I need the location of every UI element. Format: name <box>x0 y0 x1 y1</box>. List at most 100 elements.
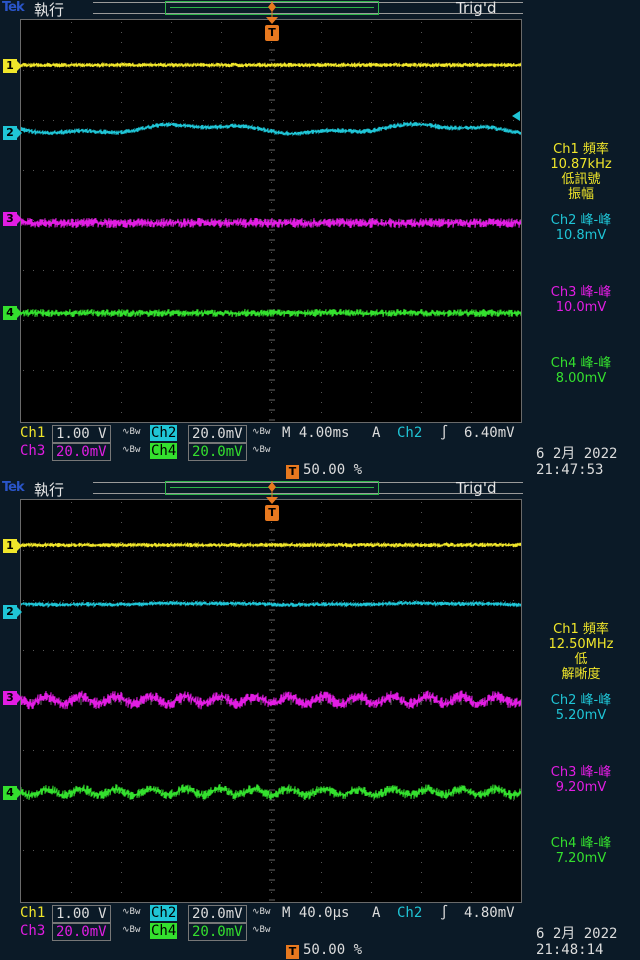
ch3-bw-icon: ∿Bw <box>122 925 141 935</box>
ch4-scale[interactable]: 20.0mV <box>188 443 247 461</box>
ch4-scale[interactable]: 20.0mV <box>188 923 247 941</box>
measurement-ch3: Ch3 峰-峰 9.20mV <box>522 765 640 795</box>
ch4-measure-label: Ch4 峰-峰 <box>550 356 612 371</box>
trigger-position-readout[interactable]: T 50.00 % <box>286 942 362 959</box>
ch2-measure-label: Ch2 峰-峰 <box>550 213 612 228</box>
ch2-scale[interactable]: 20.0mV <box>188 425 247 443</box>
ch4-measure-value: 8.00mV <box>555 371 607 386</box>
channel-status-row-2: Ch3 20.0mV ∿Bw Ch4 20.0mV ∿Bw <box>20 923 524 941</box>
trigger-level[interactable]: 6.40mV <box>464 425 515 441</box>
ch4-label[interactable]: Ch4 <box>150 923 178 939</box>
date-text: 6 2月 2022 <box>536 926 618 942</box>
channel-status-row-2: Ch3 20.0mV ∿Bw Ch4 20.0mV ∿Bw <box>20 443 524 461</box>
ch2-measure-label: Ch2 峰-峰 <box>550 693 612 708</box>
ch3-bw-icon: ∿Bw <box>122 445 141 455</box>
tek-logo: Tek <box>2 480 25 495</box>
ch1-measure-value: 12.50MHz <box>548 637 614 652</box>
ch2-label[interactable]: Ch2 <box>150 425 178 441</box>
ch1-scale[interactable]: 1.00 V <box>52 905 111 923</box>
oscilloscope-screen-2: Tek 執行 Trig'd T 1 2 3 4 Ch1 頻率 12.50MHz … <box>0 479 640 960</box>
trigger-mode[interactable]: A <box>372 905 380 921</box>
ch3-ground-marker[interactable]: 3 <box>3 691 22 705</box>
measurement-ch3: Ch3 峰-峰 10.0mV <box>522 285 640 315</box>
ch2-ground-marker[interactable]: 2 <box>3 605 22 619</box>
ch4-label[interactable]: Ch4 <box>150 443 178 459</box>
ch3-measure-label: Ch3 峰-峰 <box>550 765 612 780</box>
measurement-ch2: Ch2 峰-峰 10.8mV <box>522 213 640 243</box>
trigger-mode[interactable]: A <box>372 425 380 441</box>
ch1-ground-marker[interactable]: 1 <box>3 59 22 73</box>
channel-status-row-1: Ch1 1.00 V ∿Bw Ch2 20.0mV ∿Bw M 40.0µs A… <box>20 905 524 923</box>
date-time: 6 2月 2022 21:48:14 <box>536 926 640 958</box>
trigger-status: Trig'd <box>456 0 497 17</box>
ch3-measure-value: 10.0mV <box>555 300 607 315</box>
timebase[interactable]: M 4.00ms <box>282 425 349 441</box>
waveform-graticule <box>20 499 522 903</box>
channel-status-row-1: Ch1 1.00 V ∿Bw Ch2 20.0mV ∿Bw M 4.00ms A… <box>20 425 524 443</box>
ch1-ground-marker[interactable]: 1 <box>3 539 22 553</box>
trigger-position-value: 50.00 % <box>303 942 363 958</box>
trigger-arrow-icon <box>266 17 278 24</box>
ch1-measure-note: 低訊號 <box>561 172 601 187</box>
date-time: 6 2月 2022 21:47:53 <box>536 446 640 478</box>
waveform-traces <box>21 541 521 800</box>
ch4-ground-marker[interactable]: 4 <box>3 786 22 800</box>
ch1-trace <box>21 61 521 69</box>
ch4-trace <box>21 784 521 800</box>
time-text: 21:47:53 <box>536 462 604 478</box>
ch3-scale[interactable]: 20.0mV <box>52 923 111 941</box>
measurement-ch1: Ch1 頻率 12.50MHz 低 解晰度 <box>522 622 640 682</box>
ch3-label[interactable]: Ch3 <box>20 923 45 939</box>
ch1-scale[interactable]: 1.00 V <box>52 425 111 443</box>
time-text: 21:48:14 <box>536 942 604 958</box>
ch2-bw-icon: ∿Bw <box>252 907 271 917</box>
ch1-label[interactable]: Ch1 <box>20 905 45 921</box>
ch1-measure-value: 10.87kHz <box>550 157 612 172</box>
top-status-bar: Tek 執行 Trig'd <box>0 0 640 19</box>
ch4-trace <box>21 308 521 318</box>
run-state: 執行 <box>34 481 65 499</box>
ch4-ground-marker[interactable]: 4 <box>3 306 22 320</box>
trigger-source[interactable]: Ch2 <box>397 905 422 921</box>
ch3-trace <box>21 217 521 229</box>
ch4-measure-value: 7.20mV <box>555 851 607 866</box>
ch4-bw-icon: ∿Bw <box>252 445 271 455</box>
ch3-scale[interactable]: 20.0mV <box>52 443 111 461</box>
ch4-bw-icon: ∿Bw <box>252 925 271 935</box>
trigger-time-marker[interactable]: T <box>265 505 279 521</box>
trigger-badge-icon: T <box>286 945 299 959</box>
ch1-label[interactable]: Ch1 <box>20 425 45 441</box>
trigger-status: Trig'd <box>456 479 497 497</box>
trigger-source[interactable]: Ch2 <box>397 425 422 441</box>
ch1-trace <box>21 541 521 549</box>
trigger-time-marker[interactable]: T <box>265 25 279 41</box>
ch3-ground-marker[interactable]: 3 <box>3 212 22 226</box>
ch3-measure-label: Ch3 峰-峰 <box>550 285 612 300</box>
trigger-arrow-icon <box>266 497 278 504</box>
ch1-bw-icon: ∿Bw <box>122 907 141 917</box>
ch2-label[interactable]: Ch2 <box>150 905 178 921</box>
ch4-measure-label: Ch4 峰-峰 <box>550 836 612 851</box>
ch2-measure-value: 5.20mV <box>555 708 607 723</box>
ch3-trace <box>21 690 521 710</box>
ch2-scale[interactable]: 20.0mV <box>188 905 247 923</box>
ch2-ground-marker[interactable]: 2 <box>3 126 22 140</box>
ch1-measure-label: Ch1 頻率 <box>553 622 609 637</box>
trigger-level[interactable]: 4.80mV <box>464 905 515 921</box>
trigger-badge-icon: T <box>286 465 299 479</box>
trigger-position-readout[interactable]: T 50.00 % <box>286 462 362 479</box>
measurement-ch4: Ch4 峰-峰 7.20mV <box>522 836 640 866</box>
ch3-label[interactable]: Ch3 <box>20 443 45 459</box>
ch1-measure-note2: 振幅 <box>567 187 594 202</box>
ch2-trace <box>21 121 521 137</box>
tek-logo: Tek <box>2 0 25 15</box>
waveform-graticule <box>20 19 522 423</box>
ch1-bw-icon: ∿Bw <box>122 427 141 437</box>
trigger-position-icon <box>268 1 276 17</box>
trigger-level-icon[interactable] <box>510 111 520 121</box>
trigger-slope-icon: ∫ <box>440 905 449 921</box>
measurement-ch2: Ch2 峰-峰 5.20mV <box>522 693 640 723</box>
timebase[interactable]: M 40.0µs <box>282 905 349 921</box>
top-status-bar: Tek 執行 Trig'd <box>0 479 640 499</box>
oscilloscope-screen-1: Tek 執行 Trig'd T 1 2 3 4 Ch1 頻率 10.87kHz … <box>0 0 640 480</box>
